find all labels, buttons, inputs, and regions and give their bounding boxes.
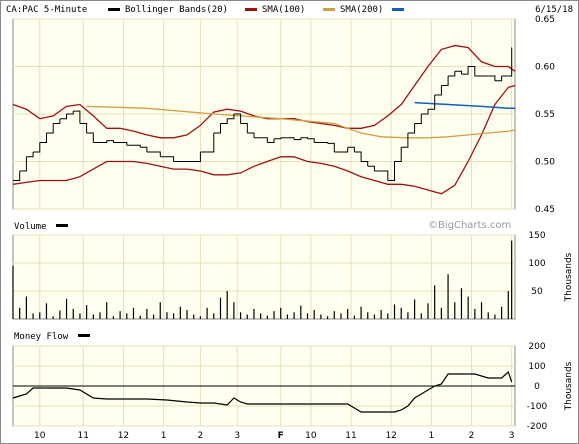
moneyflow-label: Money Flow [14, 332, 69, 342]
volume-y-tick: 100 [528, 259, 545, 269]
x-tick-label: 11 [78, 431, 89, 441]
x-tick-label: 2 [198, 431, 204, 441]
moneyflow-y-tick: 100 [528, 362, 545, 372]
volume-y-tick: 50 [531, 287, 543, 297]
chart-date: 6/15/18 [535, 5, 573, 15]
x-tick-label: 3 [509, 431, 515, 441]
moneyflow-y-tick: -100 [527, 402, 548, 412]
legend-swatch-3 [392, 8, 404, 11]
price-y-tick: 0.55 [535, 110, 555, 120]
x-tick-label: 11 [345, 431, 356, 441]
x-tick-label: 12 [118, 431, 129, 441]
volume-panel [12, 234, 516, 320]
moneyflow-y-tick: -200 [527, 422, 548, 432]
x-tick-label: 1 [428, 431, 434, 441]
volume-unit-label: Thousands [564, 252, 574, 302]
legend-label-2: SMA(200) [340, 5, 383, 15]
legend-swatch-0 [108, 8, 120, 11]
price-y-tick: 0.50 [535, 158, 555, 168]
moneyflow-unit-label: Thousands [564, 361, 574, 411]
price-y-tick: 0.60 [535, 63, 555, 73]
x-tick-label: F [278, 431, 284, 441]
x-tick-label: 10 [305, 431, 317, 441]
legend-swatch-2 [323, 8, 335, 11]
x-tick-label: 3 [234, 431, 240, 441]
price-y-tick: 0.45 [535, 205, 555, 215]
volume-label: Volume [14, 222, 47, 232]
x-tick-label: 1 [161, 431, 167, 441]
price-y-tick: 0.65 [535, 15, 555, 25]
moneyflow-legend-swatch [78, 334, 90, 337]
moneyflow-y-tick: 0 [534, 382, 540, 392]
legend-swatch-1 [245, 8, 257, 11]
chart-root: CA:PAC 5-Minute Bollinger Bands(20) SMA(1… [0, 0, 579, 444]
symbol-title: CA:PAC 5-Minute [6, 5, 87, 15]
moneyflow-y-tick: 200 [528, 342, 545, 352]
volume-y-tick: 150 [528, 231, 545, 241]
legend-label-1: SMA(100) [262, 5, 305, 15]
volume-legend-swatch [56, 224, 68, 227]
x-tick-label: 12 [385, 431, 396, 441]
legend-label-0: Bollinger Bands(20) [125, 5, 228, 15]
watermark: ©BigCharts.com [428, 220, 511, 231]
x-tick-label: 10 [34, 431, 46, 441]
stock-chart: CA:PAC 5-Minute Bollinger Bands(20) SMA(1… [0, 0, 579, 444]
x-tick-label: 2 [469, 431, 475, 441]
